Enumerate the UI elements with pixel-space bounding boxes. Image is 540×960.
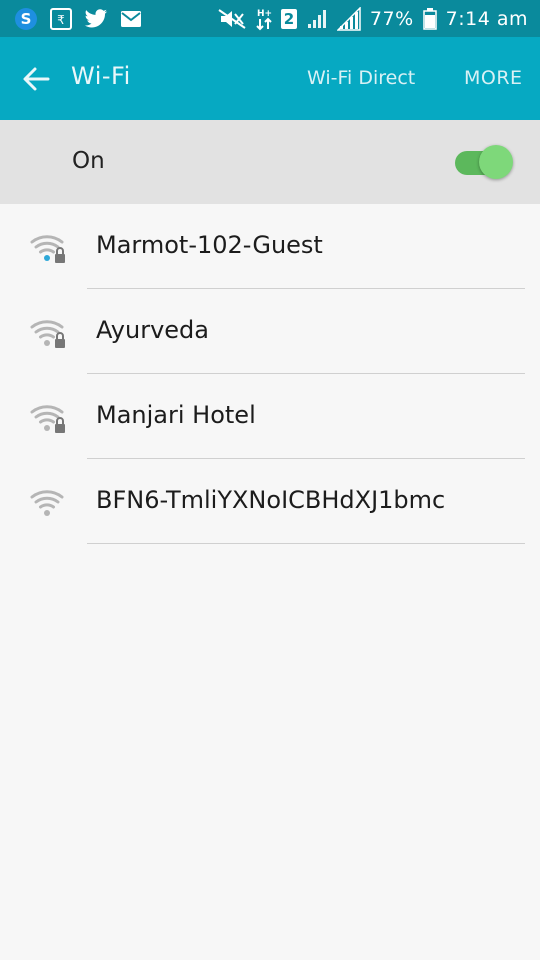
email-icon bbox=[121, 11, 141, 27]
network-item[interactable]: BFN6-TmliYXNoICBHdXJ1bmc bbox=[0, 459, 540, 544]
network-name: Ayurveda bbox=[96, 316, 209, 344]
network-name: Manjari Hotel bbox=[96, 401, 256, 429]
svg-text:₹: ₹ bbox=[57, 13, 65, 27]
wifi-lock-icon bbox=[30, 405, 65, 433]
wifi-state-label: On bbox=[72, 148, 105, 174]
clock: 7:14 am bbox=[445, 8, 528, 30]
mute-icon bbox=[218, 9, 246, 29]
network-item[interactable]: Marmot-102-Guest bbox=[0, 204, 540, 289]
status-bar: S ₹ H+ 2 77% 7:14 am bbox=[0, 0, 540, 37]
wifi-icon bbox=[30, 490, 64, 516]
network-list: Marmot-102-Guest Ayurveda Manjari Hotel bbox=[0, 204, 540, 544]
signal-icon bbox=[336, 7, 361, 31]
more-button[interactable]: MORE bbox=[464, 67, 523, 89]
rupee-app-icon: ₹ bbox=[50, 8, 72, 30]
network-item[interactable]: Ayurveda bbox=[0, 289, 540, 374]
svg-text:H+: H+ bbox=[257, 9, 272, 19]
battery-icon bbox=[422, 8, 437, 30]
wifi-lock-icon bbox=[30, 320, 65, 348]
system-status-icons: H+ 2 77% 7:14 am bbox=[217, 5, 528, 33]
wifi-lock-icon bbox=[30, 235, 65, 263]
toggle-thumb bbox=[479, 145, 513, 179]
notification-icons: S ₹ bbox=[14, 6, 142, 32]
skype-icon: S bbox=[15, 8, 37, 30]
twitter-icon bbox=[84, 9, 108, 28]
page-title: Wi-Fi bbox=[71, 62, 131, 90]
divider bbox=[87, 543, 525, 544]
svg-text:S: S bbox=[21, 10, 32, 28]
app-bar: Wi-Fi Wi-Fi Direct MORE bbox=[0, 37, 540, 120]
back-arrow-icon bbox=[23, 67, 50, 91]
wifi-direct-button[interactable]: Wi-Fi Direct bbox=[307, 67, 415, 89]
network-name: Marmot-102-Guest bbox=[96, 231, 323, 259]
network-name: BFN6-TmliYXNoICBHdXJ1bmc bbox=[96, 486, 446, 514]
battery-percent: 77% bbox=[369, 8, 414, 30]
signal-icon bbox=[307, 10, 326, 28]
network-item[interactable]: Manjari Hotel bbox=[0, 374, 540, 459]
back-button[interactable] bbox=[18, 61, 54, 97]
wifi-toggle-switch[interactable] bbox=[455, 143, 513, 183]
sim2-icon: 2 bbox=[280, 9, 297, 29]
data-transfer-icon: H+ bbox=[256, 9, 272, 31]
